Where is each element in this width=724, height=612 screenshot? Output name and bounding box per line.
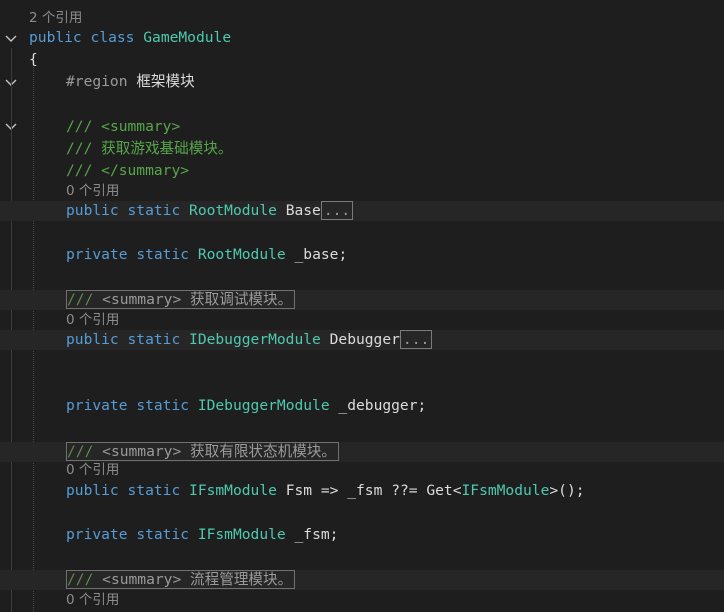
region-name: 框架模块: [136, 73, 195, 90]
doc-comment-slashes: ///: [67, 443, 94, 460]
doc-comment-text: 获取有限状态机模块。: [190, 443, 336, 460]
doc-comment-slashes: ///: [66, 140, 93, 157]
field-name: _debugger: [338, 397, 418, 414]
doc-comment-tag: <summary>: [102, 571, 182, 588]
code-line: /// 获取游戏基础模块。: [0, 139, 724, 159]
keyword: public: [66, 482, 119, 499]
code-line: 0 个引用: [0, 590, 724, 610]
doc-comment-text: 获取调试模块。: [190, 291, 293, 308]
field-reference: _fsm: [347, 482, 383, 499]
code-line: 0 个引用: [0, 310, 724, 330]
code-editor[interactable]: 2 个引用 public class GameModule { #region …: [0, 0, 724, 612]
type-name: IDebuggerModule: [189, 331, 321, 348]
keyword: static: [136, 246, 190, 263]
code-line: public static IFsmModule Fsm => _fsm ??=…: [0, 481, 724, 501]
open-brace: {: [29, 51, 38, 68]
code-line: 0 个引用: [0, 460, 724, 480]
type-name: IFsmModule: [197, 526, 286, 543]
code-line: public static IDebuggerModule Debugger..…: [0, 330, 724, 350]
collapsed-block-ellipsis[interactable]: ...: [320, 201, 354, 220]
doc-comment-text: 流程管理模块。: [190, 571, 293, 588]
keyword: static: [136, 397, 190, 414]
field-name: _fsm: [294, 526, 330, 543]
keyword: private: [66, 526, 128, 543]
call-tail: >();: [549, 482, 585, 499]
doc-comment-slashes: ///: [67, 571, 94, 588]
generic-type-argument: IFsmModule: [461, 482, 550, 499]
type-name: IDebuggerModule: [197, 397, 330, 414]
code-line: /// <summary>: [0, 117, 724, 137]
code-line: 2 个引用: [0, 8, 724, 28]
keyword: public: [29, 29, 82, 46]
code-line: private static IDebuggerModule _debugger…: [0, 396, 724, 416]
code-line: 0 个引用: [0, 181, 724, 201]
code-line: /// <summary> 获取有限状态机模块。: [0, 442, 724, 462]
code-line: private static RootModule _base;: [0, 245, 724, 265]
keyword: public: [66, 202, 119, 219]
code-line: #region 框架模块: [0, 72, 724, 92]
doc-comment-tag: <summary>: [102, 291, 182, 308]
semicolon: ;: [338, 246, 348, 263]
references-codelens[interactable]: 2 个引用: [29, 10, 82, 26]
doc-comment-tag: </summary>: [101, 162, 190, 179]
code-line: /// <summary> 获取调试模块。: [0, 290, 724, 310]
method-call: Get: [426, 482, 453, 499]
field-name: _base: [294, 246, 339, 263]
code-line: /// <summary> 流程管理模块。: [0, 570, 724, 590]
generic-open: <: [452, 482, 462, 499]
code-line: public class GameModule: [0, 28, 724, 48]
doc-comment-text: 获取游戏基础模块。: [101, 140, 233, 157]
references-codelens[interactable]: 0 个引用: [66, 312, 119, 328]
semicolon: ;: [329, 526, 339, 543]
references-codelens[interactable]: 0 个引用: [66, 183, 119, 199]
type-name: RootModule: [197, 246, 286, 263]
type-name: RootModule: [189, 202, 277, 219]
references-codelens[interactable]: 0 个引用: [66, 592, 119, 608]
code-line: public static RootModule Base...: [0, 201, 724, 221]
type-name: IFsmModule: [189, 482, 277, 499]
doc-comment-slashes: ///: [66, 118, 93, 135]
class-name: GameModule: [143, 29, 232, 46]
property-name: Fsm: [285, 482, 313, 499]
keyword: static: [127, 331, 181, 348]
collapsed-block-ellipsis[interactable]: ...: [399, 330, 433, 349]
keyword: public: [66, 331, 119, 348]
collapsed-doc-comment[interactable]: /// <summary> 流程管理模块。: [66, 570, 296, 589]
doc-comment-tag: <summary>: [102, 443, 182, 460]
doc-comment-slashes: ///: [66, 162, 93, 179]
semicolon: ;: [417, 397, 427, 414]
lambda-arrow: =>: [320, 482, 339, 499]
references-codelens[interactable]: 0 个引用: [66, 462, 119, 478]
doc-comment-tag: <summary>: [101, 118, 181, 135]
keyword: static: [127, 482, 181, 499]
code-line: private static IFsmModule _fsm;: [0, 525, 724, 545]
property-name: Debugger: [329, 331, 400, 348]
keyword: private: [66, 397, 128, 414]
code-line: {: [0, 50, 724, 70]
keyword: private: [66, 246, 128, 263]
keyword: static: [127, 202, 181, 219]
keyword: static: [136, 526, 190, 543]
property-name: Base: [285, 202, 321, 219]
collapsed-doc-comment[interactable]: /// <summary> 获取有限状态机模块。: [66, 442, 339, 461]
doc-comment-slashes: ///: [67, 291, 94, 308]
region-directive: #region: [66, 73, 128, 90]
keyword: class: [90, 29, 135, 46]
null-coalescing-operator: ??=: [391, 482, 418, 499]
code-line: /// </summary>: [0, 161, 724, 181]
collapsed-doc-comment[interactable]: /// <summary> 获取调试模块。: [66, 290, 296, 309]
